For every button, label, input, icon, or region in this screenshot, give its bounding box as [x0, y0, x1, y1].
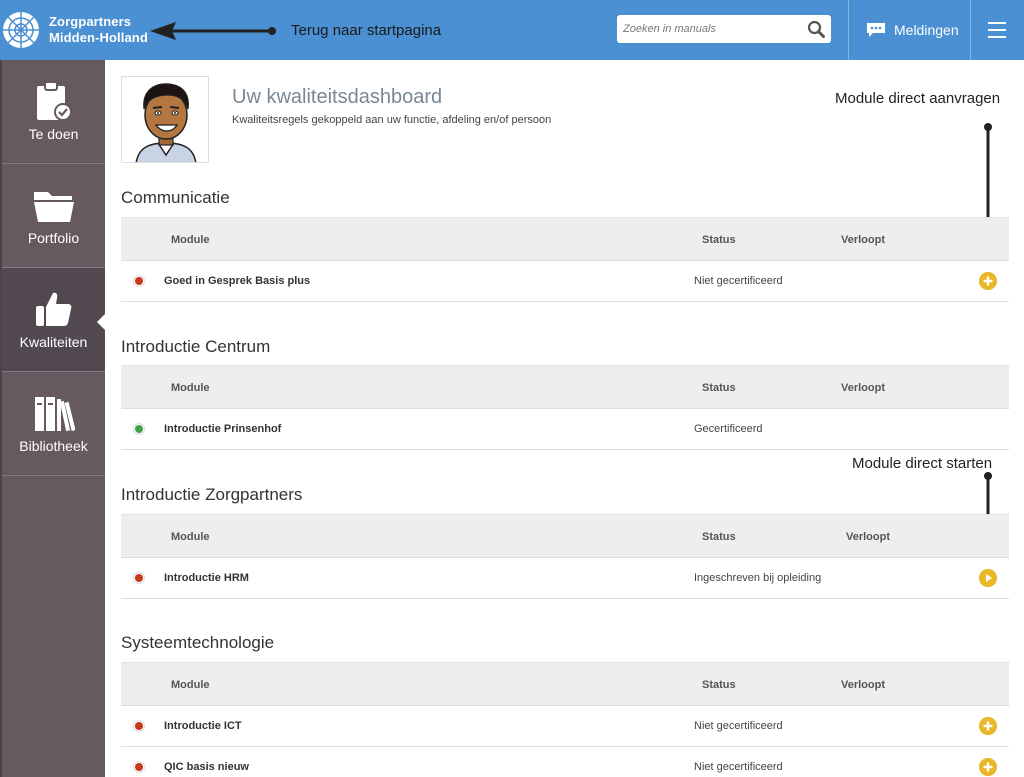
module-table: Module Status Verloopt Introductie HRM I…	[121, 514, 1009, 599]
sidebar-item-kwaliteiten[interactable]: Kwaliteiten	[2, 268, 107, 372]
column-header-status[interactable]: Status	[702, 679, 736, 691]
sidebar-item-label: Portfolio	[27, 230, 80, 246]
annotation-start-module: Module direct starten	[852, 455, 993, 472]
top-bar: Zorgpartners Midden-Holland Terug naar s…	[0, 0, 1024, 60]
column-header-module[interactable]: Module	[171, 234, 210, 246]
column-header-module[interactable]: Module	[171, 382, 210, 394]
module-status: Ingeschreven bij opleiding	[694, 572, 822, 584]
table-header: Module Status Verloopt	[121, 662, 1009, 706]
sidebar-item-label: Kwaliteiten	[19, 334, 88, 350]
section-title: Systeemtechnologie	[121, 633, 275, 652]
table-row[interactable]: QIC basis nieuw Niet gecertificeerd	[121, 747, 1009, 777]
section-title: Introductie Centrum	[121, 337, 271, 356]
chat-bubble-icon	[867, 23, 885, 37]
module-status: Niet gecertificeerd	[694, 720, 783, 732]
books-icon	[2, 392, 105, 434]
start-module-play-icon[interactable]	[979, 569, 997, 587]
module-status: Niet gecertificeerd	[694, 275, 783, 287]
module-table: Module Status Verloopt Introductie Prins…	[121, 365, 1009, 450]
notifications-label: Meldingen	[894, 22, 959, 38]
column-header-module[interactable]: Module	[171, 531, 210, 543]
request-module-plus-icon[interactable]	[979, 272, 997, 290]
status-dot	[133, 423, 145, 435]
module-name[interactable]: Introductie HRM	[164, 572, 249, 584]
sidebar-item-portfolio[interactable]: Portfolio	[2, 164, 105, 268]
section-title: Introductie Zorgpartners	[121, 485, 303, 504]
table-row[interactable]: Introductie Prinsenhof Gecertificeerd	[121, 409, 1009, 450]
column-header-expires[interactable]: Verloopt	[841, 382, 885, 394]
clipboard-check-icon	[2, 80, 105, 122]
status-dot	[133, 572, 145, 584]
annotation-back-to-start: Terug naar startpagina	[291, 22, 442, 39]
annotation-request-module: Module direct aanvragen	[835, 90, 1001, 107]
user-avatar	[121, 76, 209, 163]
logo-line-2: Midden-Holland	[49, 30, 148, 45]
status-dot	[133, 275, 145, 287]
sidebar-item-bibliotheek[interactable]: Bibliotheek	[2, 372, 105, 476]
table-header: Module Status Verloopt	[121, 365, 1009, 409]
module-name[interactable]: Introductie Prinsenhof	[164, 423, 281, 435]
logo-line-1: Zorgpartners	[49, 14, 132, 29]
status-dot	[133, 761, 145, 773]
logo-icon	[3, 12, 39, 48]
thumbs-up-icon	[2, 288, 105, 330]
sidebar-item-te-doen[interactable]: Te doen	[2, 60, 105, 164]
table-row[interactable]: Goed in Gesprek Basis plus Niet gecertif…	[121, 261, 1009, 302]
header-divider	[848, 0, 849, 60]
column-header-expires[interactable]: Verloopt	[846, 531, 890, 543]
column-header-expires[interactable]: Verloopt	[841, 234, 885, 246]
table-header: Module Status Verloopt	[121, 217, 1009, 261]
hamburger-menu-icon[interactable]	[979, 17, 1015, 43]
notifications-button[interactable]: Meldingen	[850, 0, 970, 60]
request-module-plus-icon[interactable]	[979, 758, 997, 776]
header-divider	[970, 0, 971, 60]
search-icon[interactable]	[807, 20, 825, 38]
column-header-expires[interactable]: Verloopt	[841, 679, 885, 691]
module-status: Niet gecertificeerd	[694, 761, 783, 773]
module-status: Gecertificeerd	[694, 423, 763, 435]
column-header-status[interactable]: Status	[702, 382, 736, 394]
request-module-plus-icon[interactable]	[979, 717, 997, 735]
logo-home-link[interactable]: Zorgpartners Midden-Holland	[0, 0, 160, 60]
module-table: Module Status Verloopt Introductie ICT N…	[121, 662, 1009, 777]
column-header-module[interactable]: Module	[171, 679, 210, 691]
sidebar-item-label: Te doen	[28, 126, 79, 142]
status-dot	[133, 720, 145, 732]
module-name[interactable]: QIC basis nieuw	[164, 761, 249, 773]
page-subtitle: Kwaliteitsregels gekoppeld aan uw functi…	[232, 114, 552, 126]
page-title: Uw kwaliteitsdashboard	[232, 86, 443, 108]
search-box	[617, 15, 831, 43]
module-name[interactable]: Introductie ICT	[164, 720, 242, 732]
folder-icon	[2, 184, 105, 226]
column-header-status[interactable]: Status	[702, 531, 736, 543]
logo-text: Zorgpartners Midden-Holland	[49, 14, 148, 46]
section-title: Communicatie	[121, 188, 230, 207]
table-row[interactable]: Introductie HRM Ingeschreven bij opleidi…	[121, 558, 1009, 599]
search-input[interactable]	[617, 15, 797, 43]
main-content: Uw kwaliteitsdashboard Kwaliteitsregels …	[105, 60, 1024, 777]
module-table: Module Status Verloopt Goed in Gesprek B…	[121, 217, 1009, 302]
module-name[interactable]: Goed in Gesprek Basis plus	[164, 275, 310, 287]
column-header-status[interactable]: Status	[702, 234, 736, 246]
annotation-arrow-left-icon	[150, 22, 276, 40]
sidebar-item-label: Bibliotheek	[19, 438, 88, 454]
table-row[interactable]: Introductie ICT Niet gecertificeerd	[121, 706, 1009, 747]
table-header: Module Status Verloopt	[121, 514, 1009, 558]
sidebar: Te doen Portfolio Kwaliteiten Bibliothee…	[0, 60, 107, 777]
